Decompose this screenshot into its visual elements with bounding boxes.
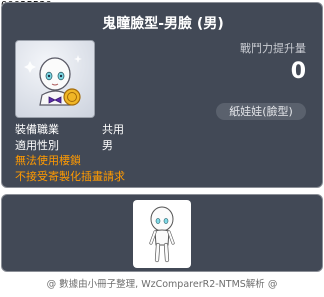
character-preview-panel — [1, 194, 323, 272]
footer-credit: @ 數據由小冊子整理, WzComparerR2-NTMS解析 @ — [46, 279, 278, 290]
face-item-icon — [16, 41, 94, 117]
avatar-figure-icon — [149, 206, 175, 263]
property-row-job: 裝備職業 共用 — [15, 122, 125, 138]
property-key: 適用性別 — [15, 138, 59, 152]
property-value: 共用 — [102, 123, 124, 136]
attack-increase-value: 0 — [290, 59, 306, 84]
item-name: 鬼瞳臉型-男臉 (男) — [102, 16, 224, 32]
item-icon-frame — [15, 40, 95, 118]
warning-line: 無法使用楆鎖 — [15, 154, 81, 167]
property-value: 男 — [102, 138, 113, 152]
warning-line: 不接受寄製化插畫請求 — [15, 169, 125, 183]
item-tooltip: 鬼瞳臉型-男臉 (男) 戰鬥力提升量 0 紙娃娃(臉型) 裝備職業 共用 適用性… — [1, 2, 323, 188]
item-properties: 裝備職業 共用 適用性別 男 無法使用楆鎖 不接受寄製化插畫請求 — [15, 122, 125, 184]
property-row-gender: 適用性別 男 — [15, 138, 125, 154]
attack-increase-label: 戰鬥力提升量 — [240, 42, 306, 55]
property-key: 裝備職業 — [15, 123, 59, 136]
avatar-preview — [133, 200, 191, 268]
category-badge: 紙娃娃(臉型) — [216, 103, 306, 120]
